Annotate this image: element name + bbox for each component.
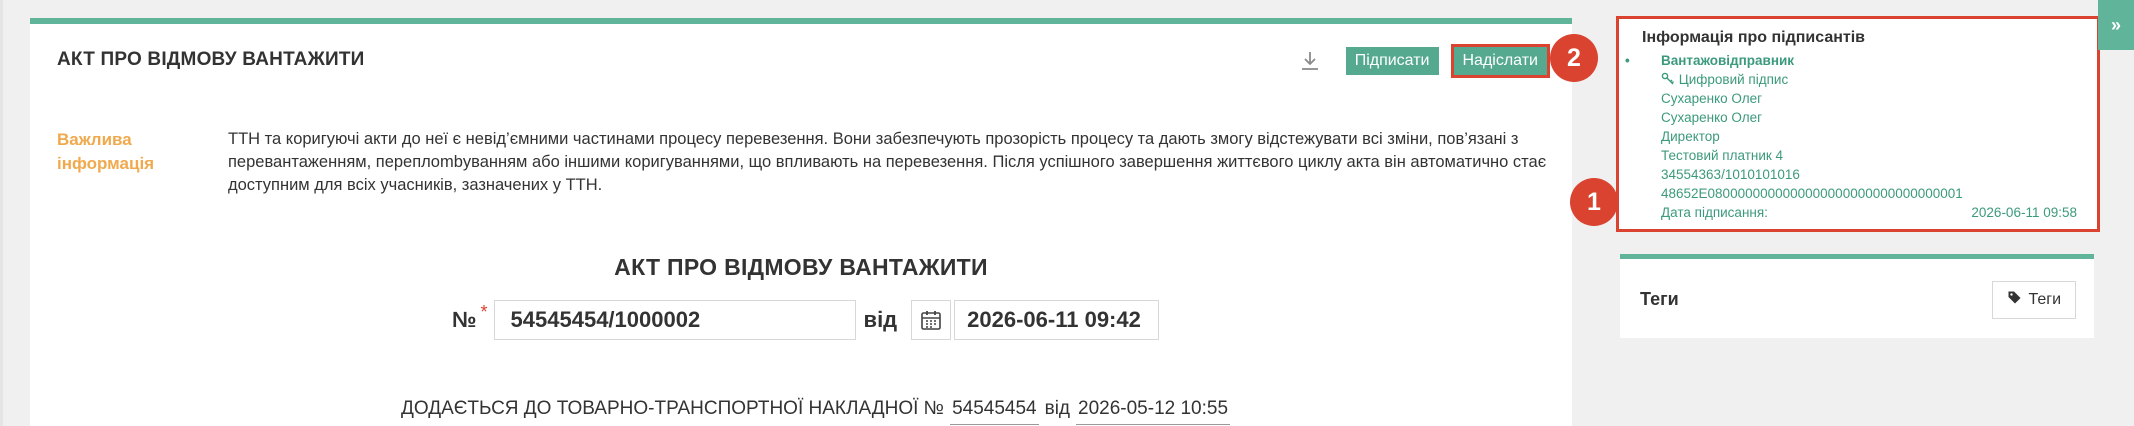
tags-title: Теги (1640, 289, 1679, 309)
signer-name-2: Сухаренко Олег (1661, 110, 1763, 125)
number-label: № (452, 307, 477, 332)
signers-title: Інформація про підписантів (1642, 29, 1866, 46)
card-actions: Підписати Надіслати (1296, 44, 1550, 78)
attach-from-label: від (1044, 398, 1071, 419)
act-card: АКТ ПРО ВІДМОВУ ВАНТАЖИТИ Підписати Наді… (30, 18, 1572, 426)
certificate-serial: 48652E0800000000000000000000000000000001 (1661, 186, 1963, 201)
send-button[interactable]: Надіслати (1453, 47, 1547, 75)
signer-code: 34554363/1010101016 (1661, 167, 1800, 182)
signed-date-label: Дата підписання: (1661, 205, 1768, 220)
signed-date-row: Дата підписання: 2026-06-11 09:58 (1642, 203, 2097, 222)
key-icon (1661, 72, 1679, 87)
send-button-highlight: Надіслати (1450, 44, 1550, 78)
signature-type-row: Цифровий підпис (1642, 70, 2097, 89)
required-mark: * (480, 301, 488, 322)
attach-text: ДОДАЄТЬСЯ ДО ТОВАРНО-ТРАНСПОРТНОЇ НАКЛАД… (401, 398, 945, 419)
tags-card: Теги Теги (1620, 254, 2094, 338)
ttn-number-field[interactable]: 54545454 (950, 398, 1039, 425)
tags-button[interactable]: Теги (1992, 281, 2076, 319)
download-icon[interactable] (1296, 47, 1324, 75)
signer-payer: Тестовий платник 4 (1661, 148, 1784, 163)
signer-role: Вантажовідправник (1625, 51, 2097, 70)
document-date-input[interactable]: 2026-06-11 09:42 (954, 300, 1160, 340)
important-info-text: ТТН та коригуючі акти до неї є невід’ємн… (228, 130, 1547, 194)
card-title: АКТ ПРО ВІДМОВУ ВАНТАЖИТИ (57, 49, 365, 70)
tag-icon (2007, 290, 2022, 310)
step-badge-1: 1 (1570, 178, 1618, 226)
sign-button[interactable]: Підписати (1345, 47, 1439, 75)
document-number-input[interactable]: 54545454/1000002 (493, 300, 856, 340)
step-badge-2: 2 (1550, 34, 1598, 82)
signer-name-1: Сухаренко Олег (1661, 91, 1763, 106)
ttn-date-field[interactable]: 2026-05-12 10:55 (1076, 398, 1231, 425)
signer-position: Директор (1661, 129, 1720, 144)
left-edge-strip (0, 0, 3, 426)
important-info-label: Важлива інформація (57, 130, 155, 173)
tags-button-label: Теги (2028, 291, 2061, 308)
signers-info-panel: Інформація про підписантів Вантажовідпра… (1616, 16, 2100, 232)
calendar-icon[interactable] (911, 300, 952, 340)
from-label: від (863, 307, 898, 332)
signed-date-value: 2026-06-11 09:58 (1971, 205, 2077, 220)
attach-to-ttn-row: ДОДАЄТЬСЯ ДО ТОВАРНО-ТРАНСПОРТНОЇ НАКЛАД… (401, 398, 1236, 425)
document-number-row: № * 54545454/1000002 від 2026-06-11 09:4… (452, 300, 1160, 340)
signature-type: Цифровий підпис (1678, 72, 1789, 87)
expand-panel-button[interactable]: » (2098, 0, 2134, 50)
document-heading: АКТ ПРО ВІДМОВУ ВАНТАЖИТИ (614, 254, 988, 280)
